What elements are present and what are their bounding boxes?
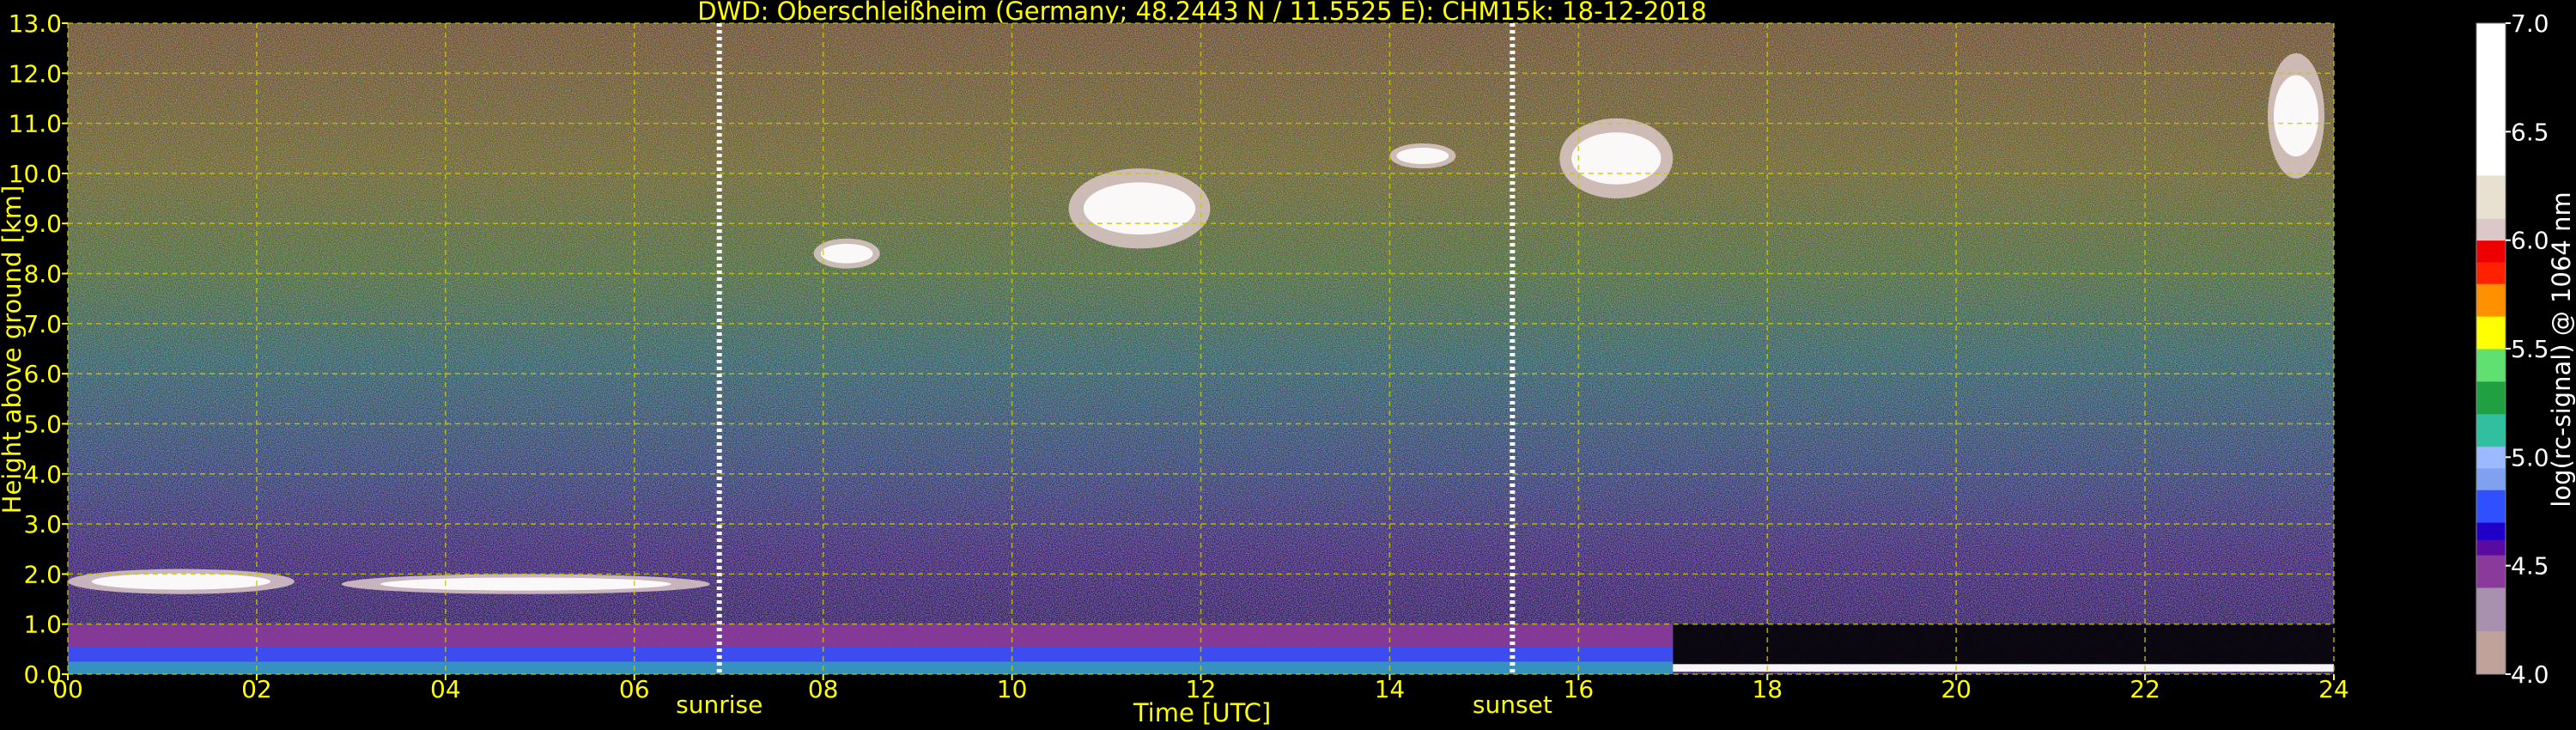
x-tick-label: 24 — [2318, 675, 2349, 703]
colorbar-segment — [2476, 630, 2506, 675]
colorbar-segment — [2476, 240, 2506, 263]
cloud-2 — [341, 574, 710, 594]
boundary-layer-aerosol-0 — [68, 624, 1674, 674]
cloud-5 — [1389, 143, 1456, 169]
colorbar-tick-label: 6.0 — [2511, 227, 2549, 255]
colorbar-segment — [2476, 174, 2506, 219]
colorbar-segment — [2476, 539, 2506, 556]
y-tick-label: 1.0 — [23, 611, 62, 639]
x-tick-label: 02 — [241, 675, 272, 703]
colorbar-segment — [2476, 380, 2506, 415]
y-tick-label: 5.0 — [23, 410, 62, 438]
x-tick-label: 16 — [1564, 675, 1595, 703]
y-tick-label: 8.0 — [23, 260, 62, 289]
colorbar-segment — [2476, 490, 2506, 523]
y-tick-label: 13.0 — [9, 9, 62, 38]
cloud-4 — [1068, 168, 1211, 249]
colorbar-tick-label: 4.0 — [2511, 660, 2549, 689]
colorbar-segment — [2476, 446, 2506, 469]
colorbar-tick-label: 7.0 — [2511, 9, 2549, 38]
colorbar-segment — [2476, 467, 2506, 490]
colorbar-segment — [2476, 522, 2506, 540]
x-tick-label: 04 — [430, 675, 461, 703]
colorbar-segment — [2476, 587, 2506, 631]
colorbar-segment — [2476, 316, 2506, 350]
colorbar-label: log(rc-signal) @ 1064 nm — [2547, 192, 2576, 507]
x-tick-label: 10 — [997, 675, 1028, 703]
colorbar-tick-label: 4.5 — [2511, 552, 2549, 581]
colorbar: 4.0 4.5 5.0 5.5 6.0 6.5 7.0 — [2476, 9, 2549, 689]
y-tick-label: 10.0 — [9, 160, 62, 188]
colorbar-segment — [2476, 413, 2506, 447]
low-cloud-8 — [1673, 664, 2334, 672]
colorbar-segment — [2476, 283, 2506, 317]
colorbar-segment — [2476, 555, 2506, 588]
colorbar-segment — [2476, 218, 2506, 241]
colorbar-segment — [2476, 23, 2506, 176]
x-tick-label: 06 — [619, 675, 650, 703]
ceilometer-chart: DWD: Oberschleißheim (Germany; 48.2443 N… — [0, 0, 2576, 727]
x-axis-label: Time [UTC] — [1133, 698, 1271, 727]
colorbar-segment — [2476, 261, 2506, 284]
cloud-1 — [68, 569, 295, 594]
x-tick-label: 14 — [1375, 675, 1406, 703]
colorbar-segment — [2476, 349, 2506, 382]
y-tick-label: 4.0 — [23, 460, 62, 489]
chart-title: DWD: Oberschleißheim (Germany; 48.2443 N… — [697, 0, 1706, 26]
y-tick-label: 3.0 — [23, 510, 62, 538]
sunset-label: sunset — [1473, 690, 1552, 719]
colorbar-tick-label: 6.5 — [2511, 118, 2549, 146]
x-tick-label: 18 — [1752, 675, 1783, 703]
y-tick-label: 7.0 — [23, 310, 62, 338]
cloud-7 — [2268, 52, 2325, 179]
y-tick-label: 9.0 — [23, 210, 62, 238]
colorbar-tick-label: 5.0 — [2511, 443, 2549, 471]
x-tick-label: 22 — [2129, 675, 2160, 703]
x-tick-label: 08 — [808, 675, 839, 703]
y-tick-label: 6.0 — [23, 360, 62, 388]
y-tick-label: 11.0 — [9, 110, 62, 138]
y-tick-label: 12.0 — [9, 59, 62, 88]
y-tick-label: 2.0 — [23, 560, 62, 588]
x-tick-label: 20 — [1941, 675, 1971, 703]
cloud-6 — [1559, 118, 1674, 199]
sunrise-label: sunrise — [676, 690, 762, 719]
y-tick-label: 0.0 — [23, 660, 62, 689]
y-axis-label: Height above ground [km] — [0, 186, 27, 514]
colorbar-tick-label: 5.5 — [2511, 335, 2549, 363]
attenuated-region — [1673, 624, 2334, 665]
